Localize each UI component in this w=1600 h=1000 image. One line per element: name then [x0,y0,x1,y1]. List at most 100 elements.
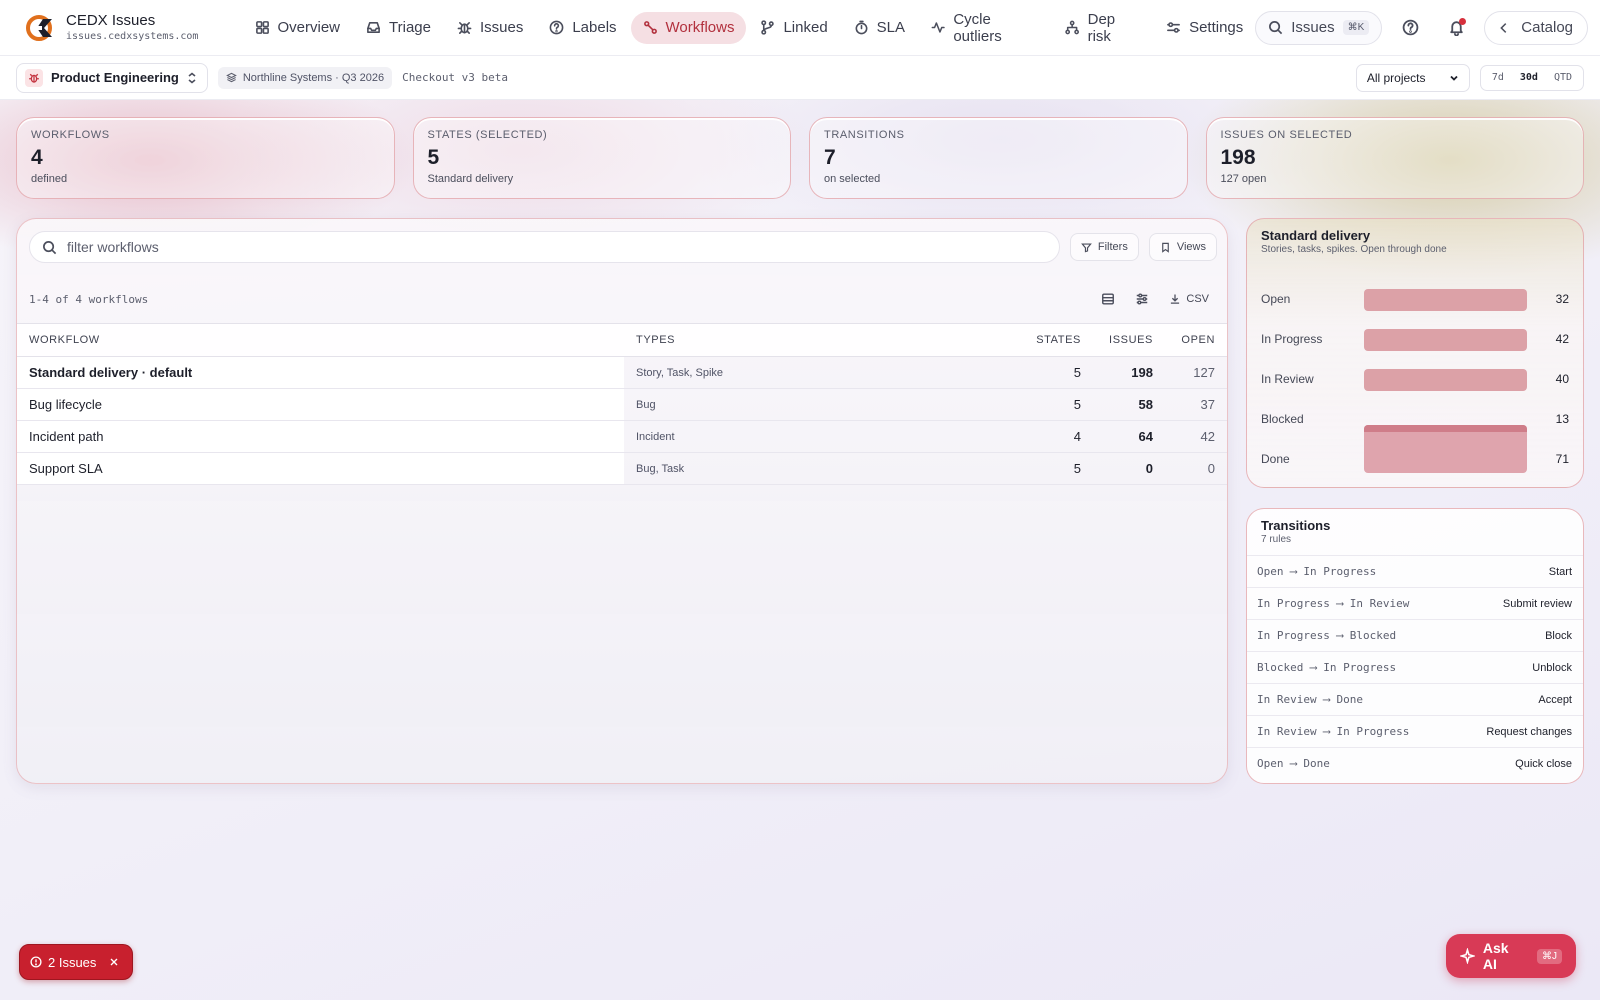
sliders-icon [1167,22,1180,33]
nav-linked[interactable]: Linked [748,12,839,44]
table-row[interactable]: Bug lifecycle Bug 5 58 37 [17,388,1227,421]
sliders-icon [1137,293,1148,305]
ask-ai-button[interactable]: Ask AI ⌘J [1446,934,1576,978]
transition-row[interactable]: In Progress ⟶ In Review Submit review [1247,587,1583,619]
nav-settings[interactable]: Settings [1154,12,1255,44]
csv-export-button[interactable]: CSV [1161,285,1217,313]
grid-icon [255,21,269,34]
column-header-open[interactable]: OPEN [1153,323,1227,357]
views-button[interactable]: Views [1148,233,1217,261]
column-header-workflow[interactable]: WORKFLOW [17,323,624,357]
inbox-icon [367,22,380,33]
panel-title: Transitions [1261,518,1331,533]
state-label: Open [1261,292,1291,306]
git-branch-icon [761,20,775,35]
state-label: Done [1261,452,1290,466]
team-name: Product Engineering [51,70,179,85]
table-row[interactable]: Support SLA Bug, Task 5 0 0 [17,452,1227,485]
filters-label: Filters [1097,241,1128,253]
nav-workflows[interactable]: Workflows [630,11,747,44]
nav-cycle-outliers[interactable]: Cycle outliers [919,11,1051,45]
transition-action: Submit review [1502,597,1572,610]
brand[interactable]: CEDX Issues issues.cedxsystems.com [26,12,217,43]
issues-alert-pill[interactable]: 2 Issues [19,944,134,980]
views-label: Views [1176,241,1206,253]
filter-workflows-input[interactable]: filter workflows [29,231,1060,263]
transition-row[interactable]: Open ⟶ Done Quick close [1247,747,1583,779]
stat-sub: on selected [824,173,881,185]
project-filter-select[interactable]: All projects [1355,63,1470,92]
bookmark-icon [1162,242,1169,253]
nav-label: SLA [876,19,906,36]
transition-action: Accept [1538,693,1572,706]
context-bar: Product Engineering Northline Systems · … [0,56,1600,100]
transition-path: In Review ⟶ Done [1257,693,1363,706]
columns-button[interactable] [1127,285,1157,313]
workflow-issues: 198 [1081,356,1153,389]
state-rows: Open 32 In Progress 42 In Review 40 Bloc… [1247,269,1583,479]
stat-label: WORKFLOWS [31,129,110,141]
nav-label: Labels [572,19,617,36]
release-label: Checkout v3 beta [402,71,509,84]
transition-row[interactable]: In Review ⟶ In Progress Request changes [1247,715,1583,747]
state-count: 42 [1555,332,1569,346]
table-row[interactable]: Incident path Incident 4 64 42 [17,420,1227,453]
density-button[interactable] [1093,285,1123,313]
nav-label: Issues [479,19,524,36]
stat-value: 4 [31,146,43,169]
panel-subtitle: 7 rules [1261,534,1292,545]
workflow-states: 5 [1021,452,1081,485]
workflow-issues: 58 [1081,388,1153,421]
transition-row[interactable]: Blocked ⟶ In Progress Unblock [1247,651,1583,683]
cedx-logo-icon [26,14,52,41]
workflow-issues: 0 [1081,452,1153,485]
table-toolbar: 1-4 of 4 workflows CSV [17,279,1227,319]
sparkles-icon [1460,948,1475,964]
transition-row[interactable]: In Progress ⟶ Blocked Block [1247,619,1583,651]
command-search-button[interactable]: Issues ⌘K [1255,10,1383,45]
transition-path: In Review ⟶ In Progress [1257,725,1410,738]
workflow-issues: 64 [1081,420,1153,453]
workflow-name[interactable]: Standard delivery · default [17,356,624,389]
nav-triage[interactable]: Triage [354,12,443,44]
workflow-name[interactable]: Incident path [17,420,624,453]
workflow-types: Story, Task, Spike [624,356,1021,389]
range-7d[interactable]: 7d [1484,69,1512,86]
filters-button[interactable]: Filters [1069,233,1139,261]
column-header-issues[interactable]: ISSUES [1081,323,1153,357]
transition-row[interactable]: Open ⟶ In Progress Start [1247,555,1583,587]
table-row[interactable]: Standard delivery · default Story, Task,… [17,356,1227,389]
nav-label: Dep risk [1087,10,1116,45]
nav-label: Overview [277,19,341,36]
help-button[interactable] [1392,10,1428,46]
context-controls: All projects 7d 30d QTD [1355,63,1584,92]
workflow-name[interactable]: Support SLA [17,452,624,485]
org-badge[interactable]: Northline Systems · Q3 2026 [217,66,393,89]
transitions-panel: Transitions 7 rules Open ⟶ In Progress S… [1246,508,1584,784]
org-label: Northline Systems · Q3 2026 [242,71,385,84]
date-range-toggle: 7d 30d QTD [1479,64,1584,91]
nav-issues[interactable]: Issues [445,12,535,44]
nav-dep-risk[interactable]: Dep risk [1053,10,1152,45]
download-icon [1171,294,1180,304]
layers-icon [225,72,237,83]
workflows-table: WORKFLOW TYPES STATES ISSUES OPEN Standa… [17,323,1227,485]
notifications-button[interactable] [1438,10,1474,46]
workflow-name[interactable]: Bug lifecycle [17,388,624,421]
state-count: 32 [1555,292,1569,306]
range-qtd[interactable]: QTD [1546,69,1580,86]
transition-row[interactable]: In Review ⟶ Done Accept [1247,683,1583,715]
nav-overview[interactable]: Overview [243,12,353,44]
help-circle-icon [1402,19,1419,36]
nav-labels[interactable]: Labels [537,12,628,44]
nav-sla[interactable]: SLA [842,12,917,44]
chevron-left-icon [1500,22,1507,33]
team-selector[interactable]: Product Engineering [16,62,208,93]
column-header-states[interactable]: STATES [1021,323,1081,357]
range-30d[interactable]: 30d [1512,69,1546,86]
bug-icon [457,22,472,34]
catalog-button[interactable]: Catalog [1484,10,1588,45]
column-header-types[interactable]: TYPES [624,323,1021,357]
close-icon[interactable] [108,956,120,968]
filter-icon [1081,242,1092,252]
